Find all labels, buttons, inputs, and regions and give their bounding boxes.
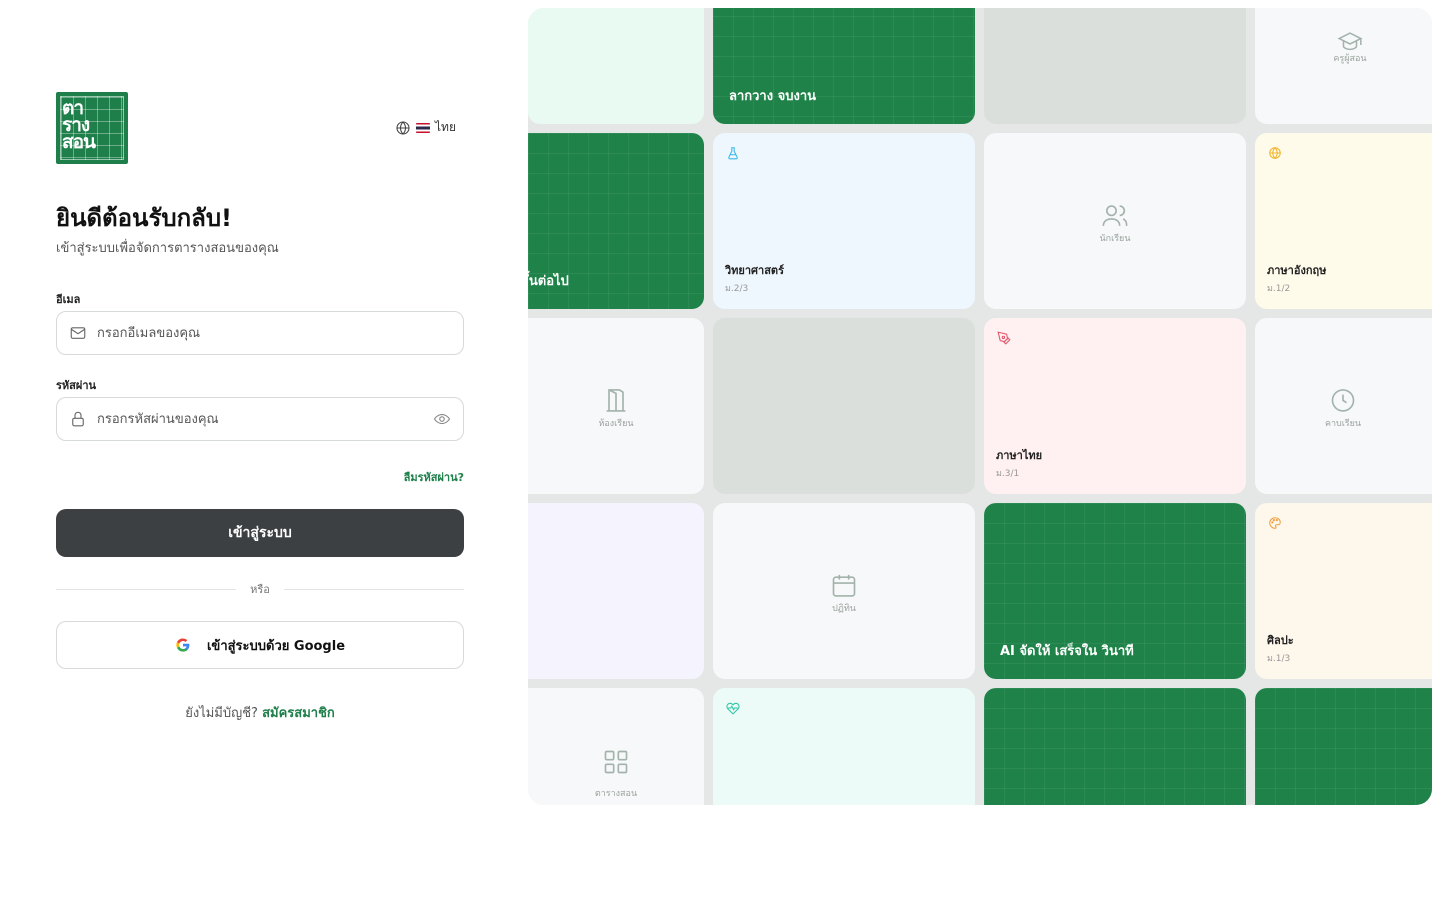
divider-line-left bbox=[56, 588, 237, 590]
login-button[interactable]: เข้าสู่ระบบ bbox=[56, 509, 464, 557]
tile-green-bottom-right bbox=[1255, 688, 1432, 805]
mail-icon bbox=[70, 327, 86, 339]
students-label: นักเรียน bbox=[1099, 234, 1131, 244]
users-icon bbox=[1102, 205, 1128, 226]
thai-class: ม.3/1 bbox=[996, 469, 1020, 479]
divider-text: หรือ bbox=[250, 583, 270, 596]
signup-link[interactable]: สมัครสมาชิก bbox=[262, 706, 335, 721]
periods-label: คาบเรียน bbox=[1324, 419, 1362, 429]
schedule-label: ตารางสอน bbox=[594, 789, 638, 799]
google-login-button[interactable]: เข้าสู่ระบบด้วย Google bbox=[56, 621, 464, 669]
google-button-label: เข้าสู่ระบบด้วย Google bbox=[206, 638, 346, 654]
tile-health bbox=[713, 688, 975, 805]
calendar-icon bbox=[832, 574, 856, 597]
heart-pulse-icon bbox=[726, 702, 740, 715]
tile-teachers: ครูผู้สอน bbox=[1255, 8, 1432, 124]
email-input[interactable] bbox=[97, 325, 451, 341]
ai-text: AI จัดให้ เสร็จใน วินาที bbox=[1000, 644, 1134, 659]
divider-line-right bbox=[283, 588, 465, 590]
logo-line-3: สอน bbox=[62, 131, 96, 153]
english-subject: ภาษาอังกฤษ bbox=[1267, 264, 1327, 277]
welcome-title: ยินดีต้อนรับกลับ! bbox=[56, 204, 233, 232]
tile-schedule: ตารางสอน bbox=[528, 688, 704, 805]
tile-green-bottom bbox=[984, 688, 1246, 805]
lock-icon bbox=[72, 411, 84, 427]
password-label: รหัสผ่าน bbox=[56, 379, 97, 392]
drag-drop-text: ลากวาง จบงาน bbox=[729, 89, 817, 104]
tile-gray-middle bbox=[713, 318, 975, 494]
feature-mosaic: ลากวาง จบงาน ครูผู้สอน ขั้นต่อไป วิทยาศา… bbox=[528, 8, 1432, 805]
email-label: อีเมล bbox=[56, 293, 81, 306]
signup-row: ยังไม่มีบัญชี? สมัครสมาชิก bbox=[56, 702, 464, 723]
english-class: ม.1/2 bbox=[1267, 284, 1291, 294]
language-label: ไทย bbox=[435, 120, 456, 134]
pen-icon bbox=[997, 331, 1011, 345]
door-icon bbox=[606, 389, 626, 412]
tile-mint-top bbox=[528, 8, 704, 124]
thai-subject: ภาษาไทย bbox=[996, 449, 1043, 462]
art-subject: ศิลปะ bbox=[1267, 634, 1294, 647]
palette-icon bbox=[1269, 517, 1281, 529]
tile-art: ศิลปะ ม.1/3 bbox=[1255, 503, 1432, 679]
science-subject: วิทยาศาสตร์ bbox=[725, 264, 784, 277]
flask-icon bbox=[728, 147, 738, 160]
tile-lavender bbox=[528, 503, 704, 679]
tile-periods: คาบเรียน bbox=[1255, 318, 1432, 494]
email-field[interactable] bbox=[56, 311, 464, 355]
forgot-password-link[interactable]: ลืมรหัสผ่าน? bbox=[404, 468, 464, 486]
tile-students: นักเรียน bbox=[984, 133, 1246, 309]
teachers-label: ครูผู้สอน bbox=[1333, 54, 1367, 64]
password-input[interactable] bbox=[97, 411, 433, 427]
welcome-subtitle: เข้าสู่ระบบเพื่อจัดการตารางสอนของคุณ bbox=[56, 241, 279, 256]
globe-icon bbox=[1269, 146, 1281, 160]
app-logo: ตา ราง สอน bbox=[56, 92, 128, 164]
tile-calendar: ปฏิทิน bbox=[713, 503, 975, 679]
tile-science: วิทยาศาสตร์ ม.2/3 bbox=[713, 133, 975, 309]
next-step-text: ขั้นต่อไป bbox=[528, 274, 569, 289]
science-class: ม.2/3 bbox=[725, 284, 749, 294]
tile-gray-top bbox=[984, 8, 1246, 124]
logo-text: ตา ราง สอน bbox=[62, 99, 96, 153]
calendar-label: ปฏิทิน bbox=[832, 604, 856, 614]
thai-flag-icon bbox=[416, 122, 431, 133]
tile-rooms: ห้องเรียน bbox=[528, 318, 704, 494]
clock-icon bbox=[1331, 389, 1355, 412]
signup-prompt: ยังไม่มีบัญชี? bbox=[185, 706, 258, 721]
globe-icon bbox=[396, 120, 410, 135]
tile-drag-drop: ลากวาง จบงาน bbox=[713, 8, 975, 124]
tile-ai: AI จัดให้ เสร็จใน วินาที bbox=[984, 503, 1246, 679]
tile-next-step: ขั้นต่อไป bbox=[528, 133, 704, 309]
tile-thai: ภาษาไทย ม.3/1 bbox=[984, 318, 1246, 494]
rooms-label: ห้องเรียน bbox=[598, 419, 634, 429]
art-class: ม.1/3 bbox=[1267, 654, 1291, 664]
password-field[interactable] bbox=[56, 397, 464, 441]
tile-english: ภาษาอังกฤษ ม.1/2 bbox=[1255, 133, 1432, 309]
google-icon bbox=[176, 638, 190, 652]
or-divider: หรือ bbox=[56, 582, 465, 596]
eye-icon[interactable] bbox=[433, 410, 451, 428]
language-switcher[interactable]: ไทย bbox=[395, 118, 456, 137]
grid-icon bbox=[604, 750, 628, 774]
